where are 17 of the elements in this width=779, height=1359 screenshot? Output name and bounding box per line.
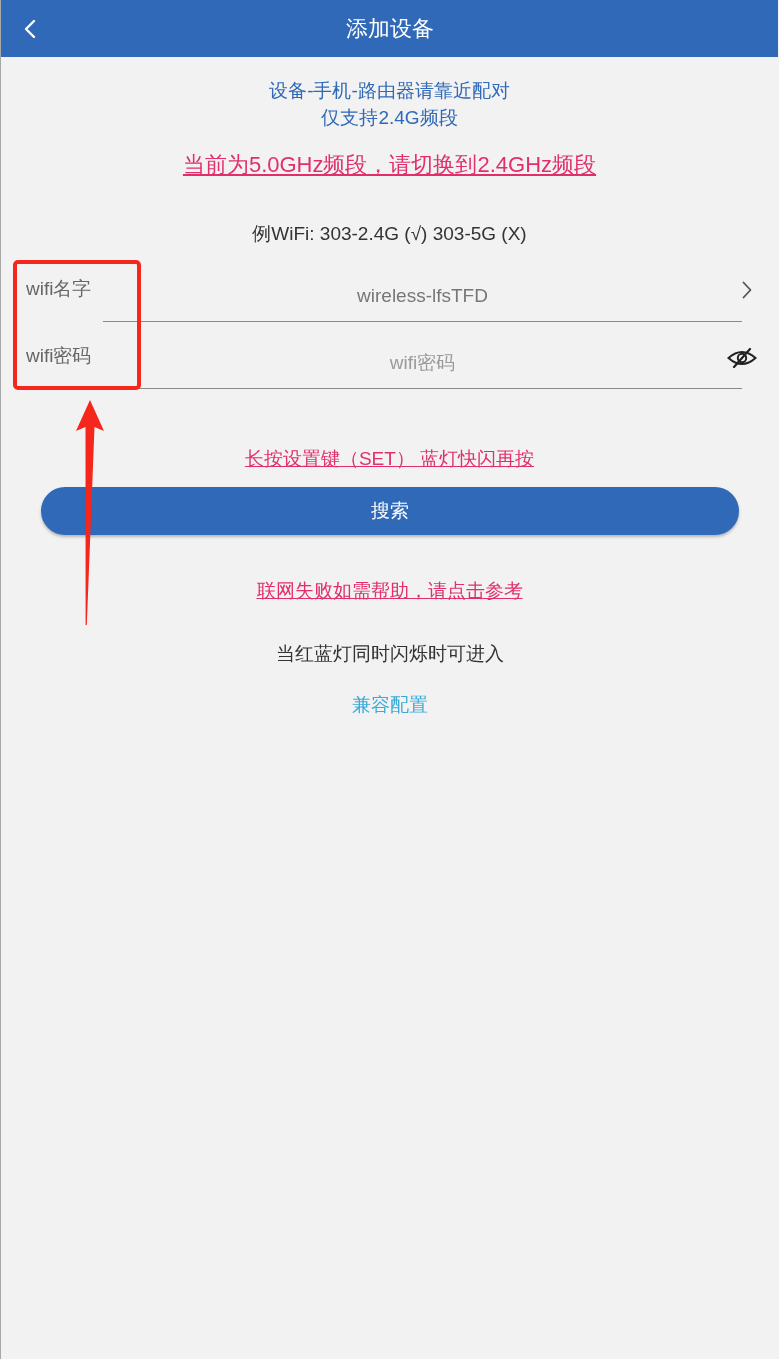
back-icon — [23, 18, 36, 39]
notice-text: 仅支持2.4G频段 — [321, 106, 458, 130]
wifi-name-field[interactable]: wireless-lfsTFD — [103, 270, 742, 322]
password-field[interactable]: wifi密码 — [103, 337, 742, 389]
notice-text: 设备-手机-路由器请靠近配对 — [269, 79, 510, 103]
field-label: wifi密码 — [26, 344, 93, 368]
compat-note: 当红蓝灯同时闪烁时可进入 — [275, 642, 504, 666]
eye-slash-icon[interactable] — [727, 348, 757, 368]
help-link[interactable]: 联网失败如需帮助，请点击参考 — [256, 578, 523, 604]
search-button[interactable]: 搜索 — [41, 487, 739, 535]
band-warning-link[interactable]: 当前为5.0GHz频段，请切换到2.4GHz频段 — [182, 150, 597, 180]
screen-title: 添加设备 — [344, 14, 435, 43]
example-text: 例WiFi: 303-2.4G (√) 303-5G (X) — [252, 222, 527, 246]
set-key-hint-link[interactable]: 长按设置键（SET） 蓝灯快闪再按 — [244, 446, 535, 472]
compat-config-link[interactable]: 兼容配置 — [351, 692, 428, 718]
chevron-right-icon — [742, 281, 752, 299]
field-label: wifi名字 — [26, 277, 93, 301]
